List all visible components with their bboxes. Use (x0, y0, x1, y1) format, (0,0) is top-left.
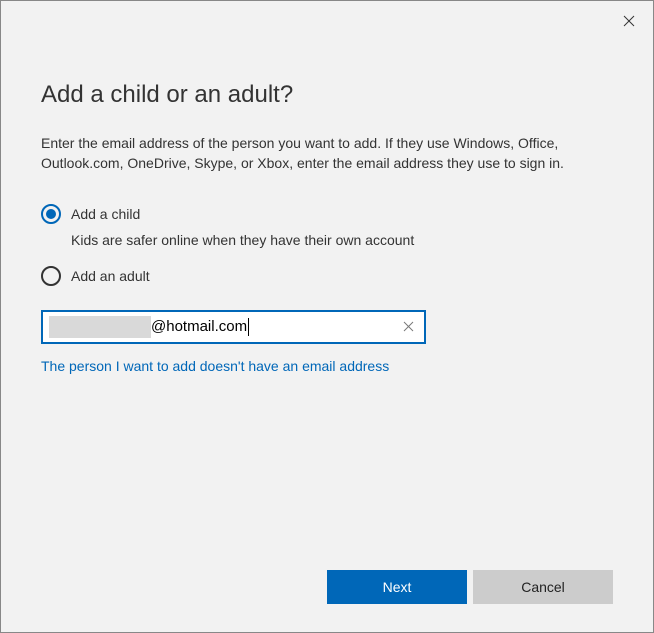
next-button[interactable]: Next (327, 570, 467, 604)
account-type-group: Add a child Kids are safer online when t… (41, 204, 613, 286)
radio-icon (41, 266, 61, 286)
clear-input-button[interactable] (398, 317, 418, 337)
email-input[interactable]: @hotmail.com (41, 310, 426, 344)
close-icon (623, 15, 635, 27)
email-value-suffix: @hotmail.com (151, 318, 247, 335)
radio-label-child: Add a child (71, 206, 140, 222)
clear-icon (403, 321, 414, 332)
child-subtext: Kids are safer online when they have the… (71, 232, 613, 248)
text-caret (248, 318, 249, 336)
radio-add-adult[interactable]: Add an adult (41, 266, 613, 286)
dialog-footer: Next Cancel (327, 570, 613, 604)
redacted-text (49, 316, 151, 338)
page-description: Enter the email address of the person yo… (41, 133, 613, 174)
close-button[interactable] (617, 9, 641, 33)
add-person-dialog: Add a child or an adult? Enter the email… (0, 0, 654, 633)
page-title: Add a child or an adult? (41, 81, 613, 109)
radio-label-adult: Add an adult (71, 268, 150, 284)
cancel-button[interactable]: Cancel (473, 570, 613, 604)
radio-add-child[interactable]: Add a child (41, 204, 613, 224)
radio-icon (41, 204, 61, 224)
no-email-link[interactable]: The person I want to add doesn't have an… (41, 358, 613, 374)
